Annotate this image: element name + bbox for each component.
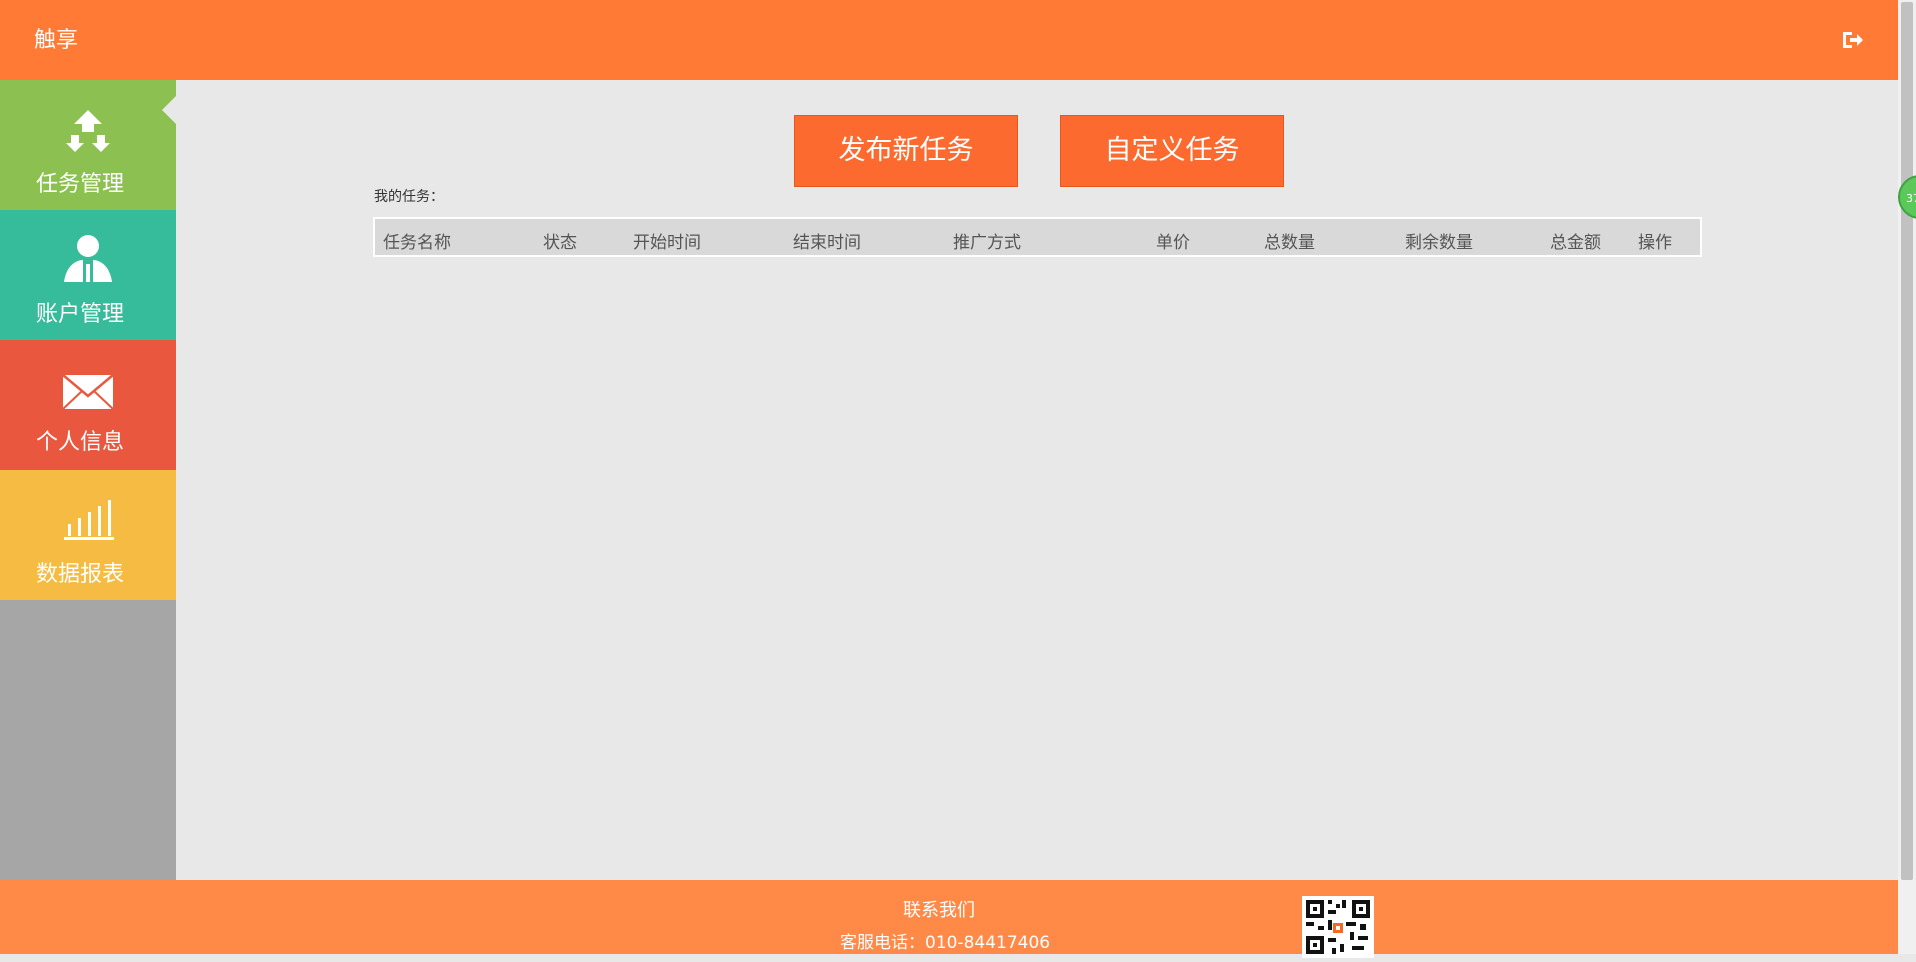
- envelope-icon: [62, 374, 114, 414]
- scrollbar-thumb[interactable]: [1901, 2, 1913, 880]
- user-icon: [62, 234, 114, 288]
- column-header-promotion-method: 推广方式: [953, 233, 1021, 253]
- brand-logo-text: 触享: [34, 28, 79, 53]
- custom-task-button[interactable]: 自定义任务: [1060, 115, 1284, 187]
- bar-chart-icon: [62, 500, 114, 544]
- logout-icon[interactable]: [1840, 28, 1864, 52]
- active-indicator: [162, 96, 176, 124]
- column-header-task-name: 任务名称: [383, 233, 451, 253]
- sidebar-item-account-management[interactable]: 账户管理: [0, 210, 176, 340]
- publish-new-task-button[interactable]: 发布新任务: [794, 115, 1018, 187]
- footer: 联系我们 客服电话：010-84417406: [0, 880, 1898, 958]
- my-tasks-label: 我的任务：: [374, 189, 444, 205]
- sidebar-item-personal-info[interactable]: 个人信息: [0, 340, 176, 470]
- vertical-scrollbar[interactable]: [1898, 0, 1916, 954]
- sidebar-item-label: 个人信息: [35, 430, 124, 455]
- sidebar-item-label: 数据报表: [35, 562, 124, 587]
- column-header-start-time: 开始时间: [633, 233, 701, 253]
- customer-service-phone: 客服电话：010-84417406: [840, 933, 1051, 953]
- sidebar: 任务管理 账户管理 个人信息 数据报表: [0, 80, 176, 880]
- sidebar-item-task-management[interactable]: 任务管理: [0, 80, 176, 210]
- tasks-table-header: 任务名称 状态 开始时间 结束时间 推广方式 单价 总数量 剩余数量 总金额 操…: [373, 217, 1702, 257]
- column-header-actions: 操作: [1638, 233, 1672, 253]
- column-header-status: 状态: [543, 233, 577, 253]
- column-header-end-time: 结束时间: [793, 233, 861, 253]
- sidebar-item-data-report[interactable]: 数据报表: [0, 470, 176, 600]
- arrows-exchange-icon: [62, 110, 114, 158]
- sidebar-item-label: 任务管理: [35, 172, 124, 197]
- qr-code-icon: [1302, 896, 1374, 958]
- column-header-total-amount: 总金额: [1550, 233, 1601, 253]
- top-header: 触享: [0, 0, 1898, 80]
- column-header-unit-price: 单价: [1156, 233, 1190, 253]
- column-header-remaining-quantity: 剩余数量: [1405, 233, 1473, 253]
- column-header-total-quantity: 总数量: [1264, 233, 1315, 253]
- contact-us-title: 联系我们: [903, 900, 975, 921]
- sidebar-item-label: 账户管理: [35, 302, 124, 327]
